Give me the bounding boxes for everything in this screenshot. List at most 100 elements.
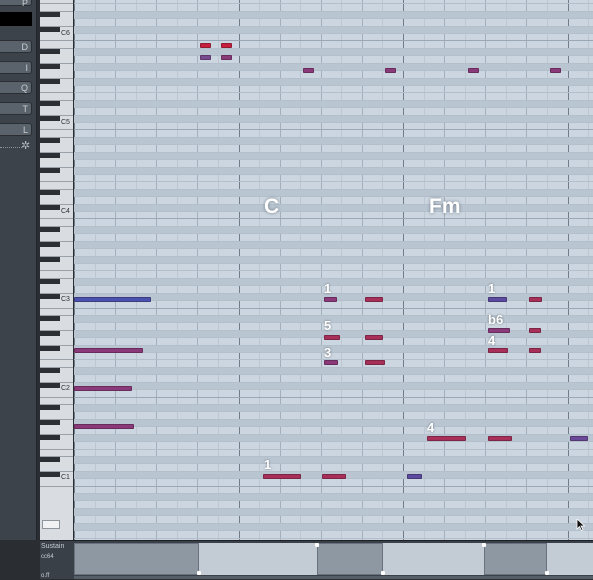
grid-row-line: [74, 404, 593, 405]
grid-row-line: [74, 397, 593, 398]
piano-black-key[interactable]: [40, 420, 60, 425]
draw-tool-button[interactable]: D: [0, 40, 32, 53]
midi-note[interactable]: [74, 386, 132, 391]
piano-white-key[interactable]: [40, 486, 73, 487]
midi-note[interactable]: [221, 55, 232, 60]
grid-row-line: [74, 367, 593, 368]
piano-black-key[interactable]: [40, 205, 60, 210]
automation-lane-name: Sustain: [41, 543, 65, 550]
automation-node[interactable]: [482, 543, 486, 547]
automation-node[interactable]: [545, 571, 549, 575]
midi-note[interactable]: [488, 436, 512, 441]
midi-note[interactable]: [529, 328, 541, 333]
piano-black-key[interactable]: [40, 12, 60, 17]
grid-row-line: [74, 48, 593, 49]
piano-white-key[interactable]: [40, 218, 73, 219]
length-tool-button[interactable]: L: [0, 123, 32, 136]
midi-note[interactable]: [322, 474, 346, 479]
sustain-on-region[interactable]: [317, 543, 383, 575]
piano-black-key[interactable]: [40, 331, 60, 336]
midi-note[interactable]: [200, 55, 211, 60]
midi-note[interactable]: [468, 68, 479, 73]
midi-note[interactable]: [365, 297, 383, 302]
piano-white-key[interactable]: [40, 449, 73, 450]
sustain-on-region[interactable]: [484, 543, 547, 575]
piano-black-key[interactable]: [40, 279, 60, 284]
grid-row-line: [74, 315, 593, 316]
piano-black-key[interactable]: [40, 27, 60, 32]
midi-note[interactable]: [488, 297, 507, 302]
midi-note[interactable]: [488, 328, 510, 333]
piano-white-key[interactable]: [40, 92, 73, 93]
midi-note[interactable]: [221, 43, 232, 48]
piano-black-key[interactable]: [40, 101, 60, 106]
piano-black-key[interactable]: [40, 227, 60, 232]
quantize-tool-button[interactable]: Q: [0, 81, 32, 94]
piano-black-key[interactable]: [40, 116, 60, 121]
piano-keyboard[interactable]: C6 C5 C4 C3 C2 C1: [40, 0, 73, 540]
automation-node[interactable]: [381, 571, 385, 575]
midi-note[interactable]: [263, 474, 301, 479]
midi-note[interactable]: [324, 297, 337, 302]
piano-black-key[interactable]: [40, 79, 60, 84]
gear-icon[interactable]: ✲: [21, 141, 30, 152]
select-tool-button[interactable]: I: [0, 61, 32, 74]
midi-note[interactable]: [74, 297, 151, 302]
piano-black-key[interactable]: [40, 64, 60, 69]
midi-note[interactable]: [200, 43, 211, 48]
piano-black-key[interactable]: [40, 457, 60, 462]
midi-note[interactable]: [529, 348, 541, 353]
grid-row-line: [74, 434, 593, 435]
automation-lane-panel: Sustain cc64 o.ff: [40, 540, 593, 579]
piano-black-key[interactable]: [40, 242, 60, 247]
piano-white-key[interactable]: [40, 3, 73, 4]
tool-color-swatch[interactable]: [0, 12, 32, 26]
text-tool-button[interactable]: T: [0, 102, 32, 115]
midi-note[interactable]: [324, 360, 338, 365]
piano-black-key[interactable]: [40, 153, 60, 158]
piano-black-key[interactable]: [40, 346, 60, 351]
midi-note[interactable]: [550, 68, 561, 73]
piano-black-key[interactable]: [40, 316, 60, 321]
degree-label: b6: [488, 312, 504, 327]
midi-note[interactable]: [303, 68, 314, 73]
piano-black-key[interactable]: [40, 49, 60, 54]
piano-black-key[interactable]: [40, 435, 60, 440]
piano-black-key[interactable]: [40, 383, 60, 388]
grid-row-line: [74, 389, 593, 390]
piano-black-key[interactable]: [40, 294, 60, 299]
piano-white-key[interactable]: [40, 129, 73, 130]
piano-black-key[interactable]: [40, 405, 60, 410]
midi-note[interactable]: [365, 360, 385, 365]
midi-note[interactable]: [570, 436, 588, 441]
piano-white-key[interactable]: [40, 308, 73, 309]
piano-white-key[interactable]: [40, 359, 73, 360]
sustain-automation-lane[interactable]: [74, 543, 593, 575]
piano-white-key[interactable]: [40, 40, 73, 41]
midi-note[interactable]: [365, 335, 383, 340]
midi-note[interactable]: [385, 68, 396, 73]
midi-note[interactable]: [427, 436, 466, 441]
automation-node[interactable]: [315, 543, 319, 547]
piano-black-key[interactable]: [40, 472, 60, 477]
piano-black-key[interactable]: [40, 138, 60, 143]
piano-white-key[interactable]: [40, 181, 73, 182]
automation-node[interactable]: [197, 571, 201, 575]
piano-black-key[interactable]: [40, 257, 60, 262]
lowest-key[interactable]: [42, 520, 60, 529]
piano-white-key[interactable]: [40, 397, 73, 398]
midi-note[interactable]: [488, 348, 508, 353]
midi-note[interactable]: [74, 348, 143, 353]
sustain-on-region[interactable]: [74, 543, 199, 575]
midi-note[interactable]: [324, 335, 340, 340]
pointer-tool-button[interactable]: P: [0, 0, 32, 8]
piano-black-key[interactable]: [40, 190, 60, 195]
midi-note[interactable]: [74, 424, 134, 429]
grid-row-line: [74, 530, 593, 531]
midi-note[interactable]: [529, 297, 542, 302]
piano-white-key[interactable]: [40, 270, 73, 271]
piano-roll-grid[interactable]: C Fm 1 5 3 1 1 b6 4 4: [74, 0, 593, 540]
piano-black-key[interactable]: [40, 368, 60, 373]
midi-note[interactable]: [407, 474, 422, 479]
piano-black-key[interactable]: [40, 168, 60, 173]
